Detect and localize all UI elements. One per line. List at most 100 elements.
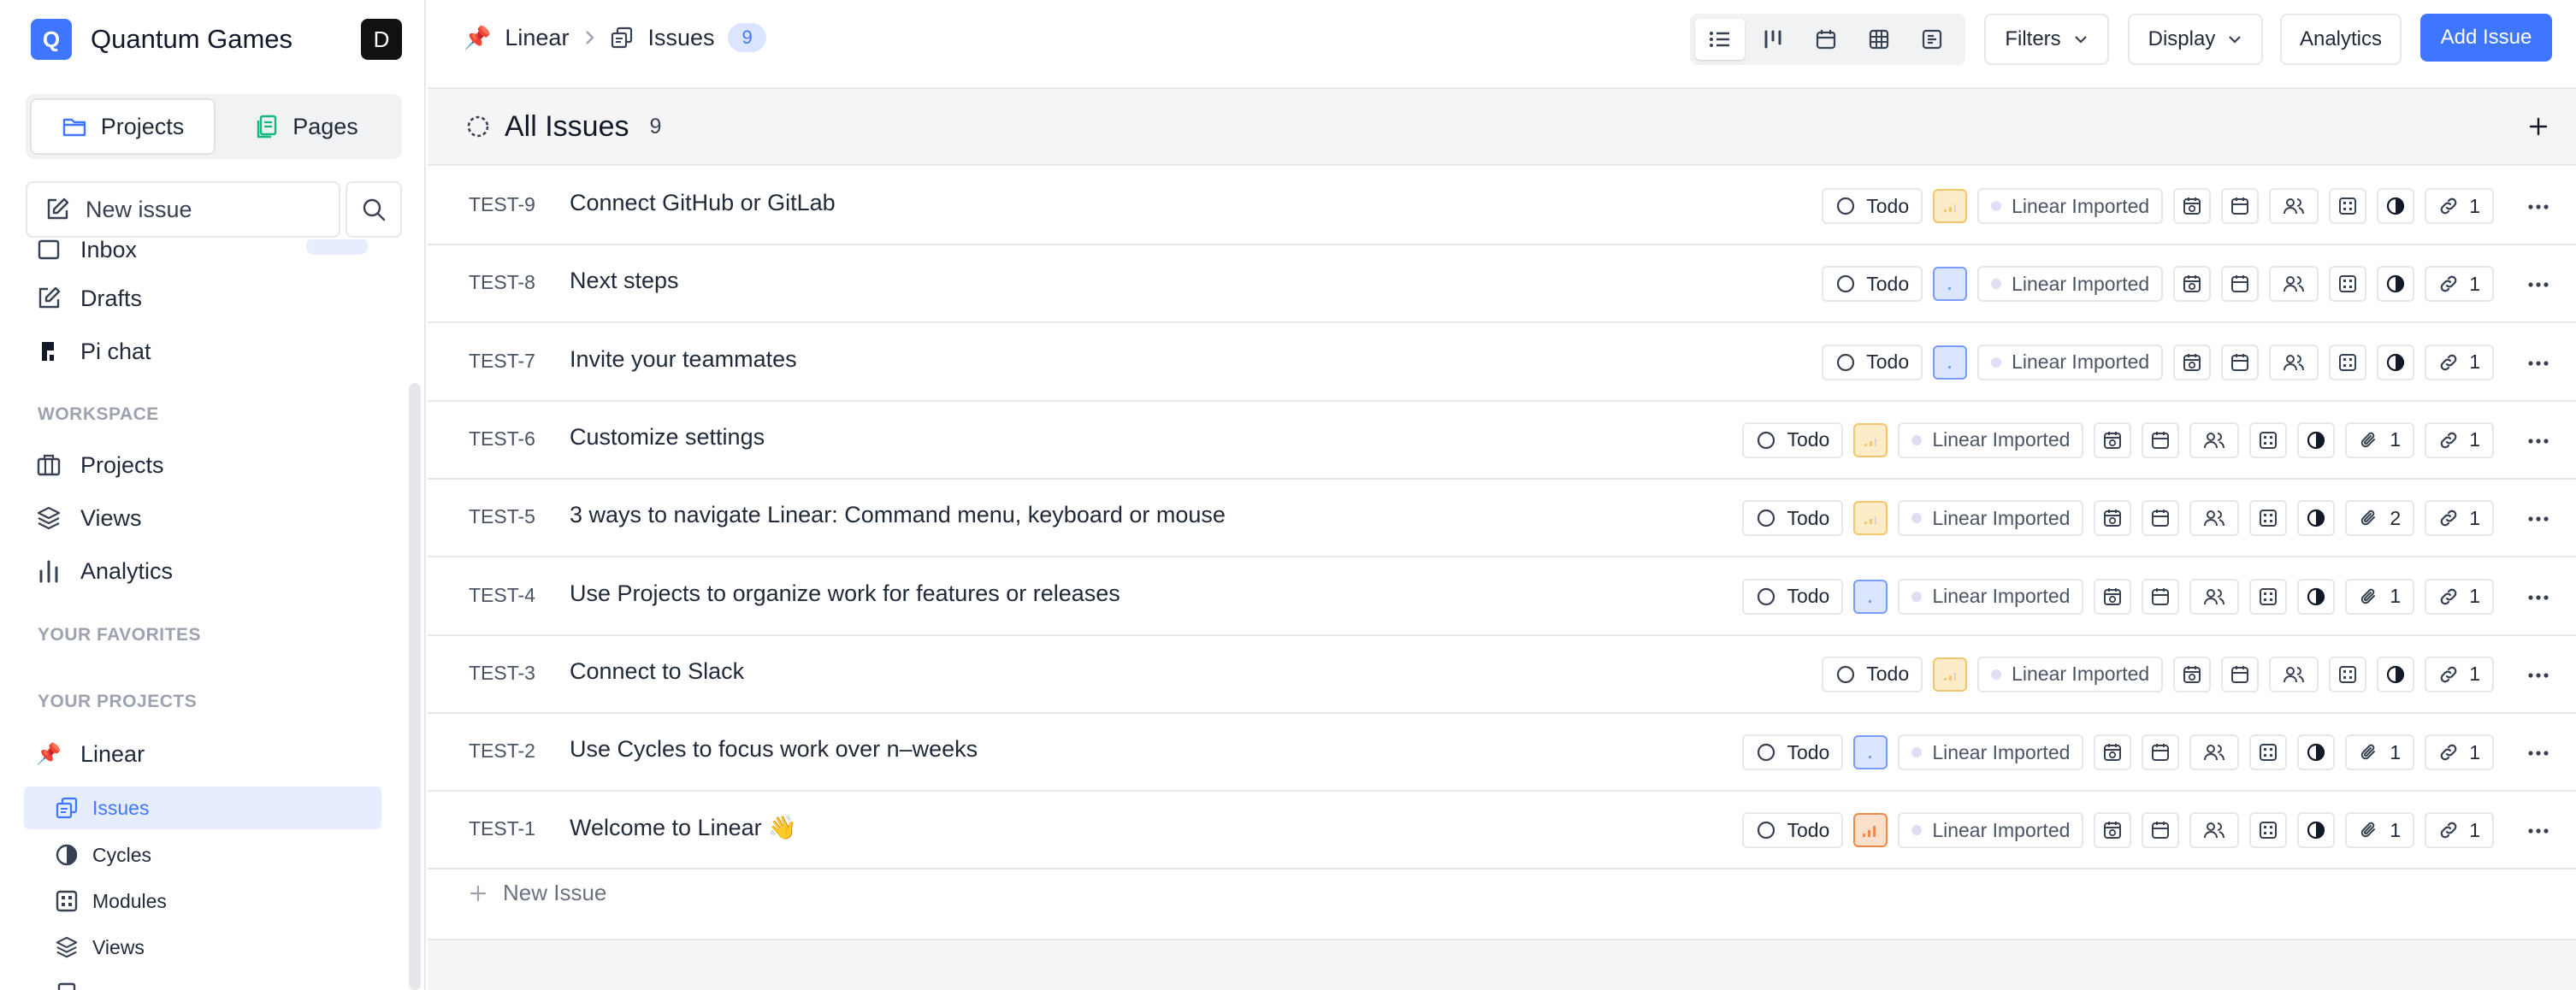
label-dropdown[interactable]: Linear Imported xyxy=(1898,812,2084,849)
issue-row[interactable]: TEST-8 Next steps Todo Linear Imported 1 xyxy=(428,245,2576,324)
kanban-layout-button[interactable] xyxy=(1748,19,1798,60)
issue-menu-button[interactable] xyxy=(2525,193,2552,221)
issue-title[interactable]: Connect to Slack xyxy=(570,658,744,685)
assignee-button[interactable] xyxy=(2269,188,2319,224)
state-dropdown[interactable]: Todo xyxy=(1742,500,1844,537)
links-count[interactable]: 1 xyxy=(2425,344,2494,380)
priority-dropdown[interactable] xyxy=(1933,267,1968,302)
sidebar-item-analytics[interactable]: Analytics xyxy=(36,552,173,590)
issue-menu-button[interactable] xyxy=(2525,350,2552,377)
issue-row[interactable]: TEST-2 Use Cycles to focus work over n–we… xyxy=(428,714,2576,793)
attachments-count[interactable]: 1 xyxy=(2345,421,2415,458)
state-dropdown[interactable]: Todo xyxy=(1742,734,1844,771)
module-button[interactable] xyxy=(2329,266,2367,303)
module-button[interactable] xyxy=(2249,812,2288,849)
attachments-count[interactable]: 1 xyxy=(2345,812,2415,849)
issue-menu-button[interactable] xyxy=(2525,740,2552,767)
issue-menu-button[interactable] xyxy=(2525,817,2552,845)
assignee-button[interactable] xyxy=(2269,266,2319,303)
sidebar-item-inbox[interactable]: Inbox xyxy=(36,239,137,268)
new-issue-inline-button[interactable]: New Issue xyxy=(469,880,606,906)
breadcrumb-project[interactable]: Linear xyxy=(505,25,569,51)
project-linear[interactable]: 📌 Linear xyxy=(36,735,145,773)
state-dropdown[interactable]: Todo xyxy=(1742,578,1844,615)
workspace-header[interactable]: Q Quantum Games D xyxy=(31,19,402,60)
cycle-button[interactable] xyxy=(2297,734,2336,771)
links-count[interactable]: 1 xyxy=(2425,500,2494,537)
due-date-button[interactable] xyxy=(2221,344,2260,380)
start-date-button[interactable] xyxy=(2094,578,2132,615)
label-dropdown[interactable]: Linear Imported xyxy=(1898,421,2084,458)
project-item-views[interactable]: Views xyxy=(24,926,381,969)
due-date-button[interactable] xyxy=(2142,421,2180,458)
attachments-count[interactable]: 2 xyxy=(2345,500,2415,537)
issue-row[interactable]: TEST-7 Invite your teammates Todo Linear Im… xyxy=(428,323,2576,402)
attachments-count[interactable]: 1 xyxy=(2345,734,2415,771)
assignee-button[interactable] xyxy=(2189,812,2240,849)
state-dropdown[interactable]: Todo xyxy=(1822,344,1923,380)
cycle-button[interactable] xyxy=(2297,500,2336,537)
start-date-button[interactable] xyxy=(2173,188,2212,224)
workspace-name[interactable]: Quantum Games xyxy=(91,24,361,55)
cycle-button[interactable] xyxy=(2377,656,2415,692)
priority-dropdown[interactable] xyxy=(1853,501,1888,536)
issue-menu-button[interactable] xyxy=(2525,427,2552,455)
workspace-logo[interactable]: Q xyxy=(31,19,72,60)
project-item-issues[interactable]: Issues xyxy=(24,787,381,829)
module-button[interactable] xyxy=(2249,500,2288,537)
sidebar-item-projects[interactable]: Projects xyxy=(36,446,164,484)
assignee-button[interactable] xyxy=(2189,500,2240,537)
pages-tab[interactable]: Pages xyxy=(216,98,398,155)
start-date-button[interactable] xyxy=(2094,734,2132,771)
projects-section-header[interactable]: YOUR PROJECTS xyxy=(38,692,197,712)
spreadsheet-layout-button[interactable] xyxy=(1854,19,1904,60)
links-count[interactable]: 1 xyxy=(2425,734,2494,771)
start-date-button[interactable] xyxy=(2094,500,2132,537)
priority-dropdown[interactable] xyxy=(1933,189,1968,223)
module-button[interactable] xyxy=(2249,578,2288,615)
sidebar-scrollbar[interactable] xyxy=(409,383,421,990)
issue-row[interactable]: TEST-6 Customize settings Todo Linear Impor… xyxy=(428,401,2576,480)
label-dropdown[interactable]: Linear Imported xyxy=(1977,656,2164,692)
sidebar-item-views[interactable]: Views xyxy=(36,499,142,537)
start-date-button[interactable] xyxy=(2094,421,2132,458)
issue-row[interactable]: TEST-1 Welcome to Linear 👋 Todo Linear Impo… xyxy=(428,792,2576,870)
workspace-section-header[interactable]: WORKSPACE xyxy=(38,404,159,425)
label-dropdown[interactable]: Linear Imported xyxy=(1898,500,2084,537)
module-button[interactable] xyxy=(2249,421,2288,458)
start-date-button[interactable] xyxy=(2173,344,2212,380)
links-count[interactable]: 1 xyxy=(2425,188,2494,224)
due-date-button[interactable] xyxy=(2142,578,2180,615)
cycle-button[interactable] xyxy=(2297,578,2336,615)
label-dropdown[interactable]: Linear Imported xyxy=(1977,344,2164,380)
gantt-layout-button[interactable] xyxy=(1907,19,1957,60)
favorites-section-header[interactable]: YOUR FAVORITES xyxy=(38,625,201,645)
assignee-button[interactable] xyxy=(2269,656,2319,692)
new-issue-button[interactable]: New issue xyxy=(26,181,340,238)
issue-title[interactable]: Connect GitHub or GitLab xyxy=(570,190,836,216)
due-date-button[interactable] xyxy=(2221,188,2260,224)
assignee-button[interactable] xyxy=(2189,578,2240,615)
issue-row[interactable]: TEST-9 Connect GitHub or GitLab Todo Linear… xyxy=(428,168,2576,245)
state-dropdown[interactable]: Todo xyxy=(1742,812,1844,849)
cycle-button[interactable] xyxy=(2297,421,2336,458)
label-dropdown[interactable]: Linear Imported xyxy=(1977,266,2164,303)
assignee-button[interactable] xyxy=(2189,734,2240,771)
analytics-button[interactable]: Analytics xyxy=(2280,14,2402,65)
project-item-modules[interactable]: Modules xyxy=(24,880,381,922)
due-date-button[interactable] xyxy=(2221,266,2260,303)
priority-dropdown[interactable] xyxy=(1933,345,1968,380)
links-count[interactable]: 1 xyxy=(2425,266,2494,303)
label-dropdown[interactable]: Linear Imported xyxy=(1898,578,2084,615)
issue-title[interactable]: Welcome to Linear 👋 xyxy=(570,814,797,841)
cycle-button[interactable] xyxy=(2377,188,2415,224)
issue-row[interactable]: TEST-4 Use Projects to organize work for … xyxy=(428,557,2576,636)
issue-menu-button[interactable] xyxy=(2525,271,2552,298)
module-button[interactable] xyxy=(2329,656,2367,692)
sidebar-item-pi-chat[interactable]: Pi chat xyxy=(36,333,151,370)
list-layout-button[interactable] xyxy=(1695,19,1745,60)
start-date-button[interactable] xyxy=(2173,656,2212,692)
state-dropdown[interactable]: Todo xyxy=(1822,188,1923,224)
assignee-button[interactable] xyxy=(2189,421,2240,458)
display-button[interactable]: Display xyxy=(2128,14,2263,65)
